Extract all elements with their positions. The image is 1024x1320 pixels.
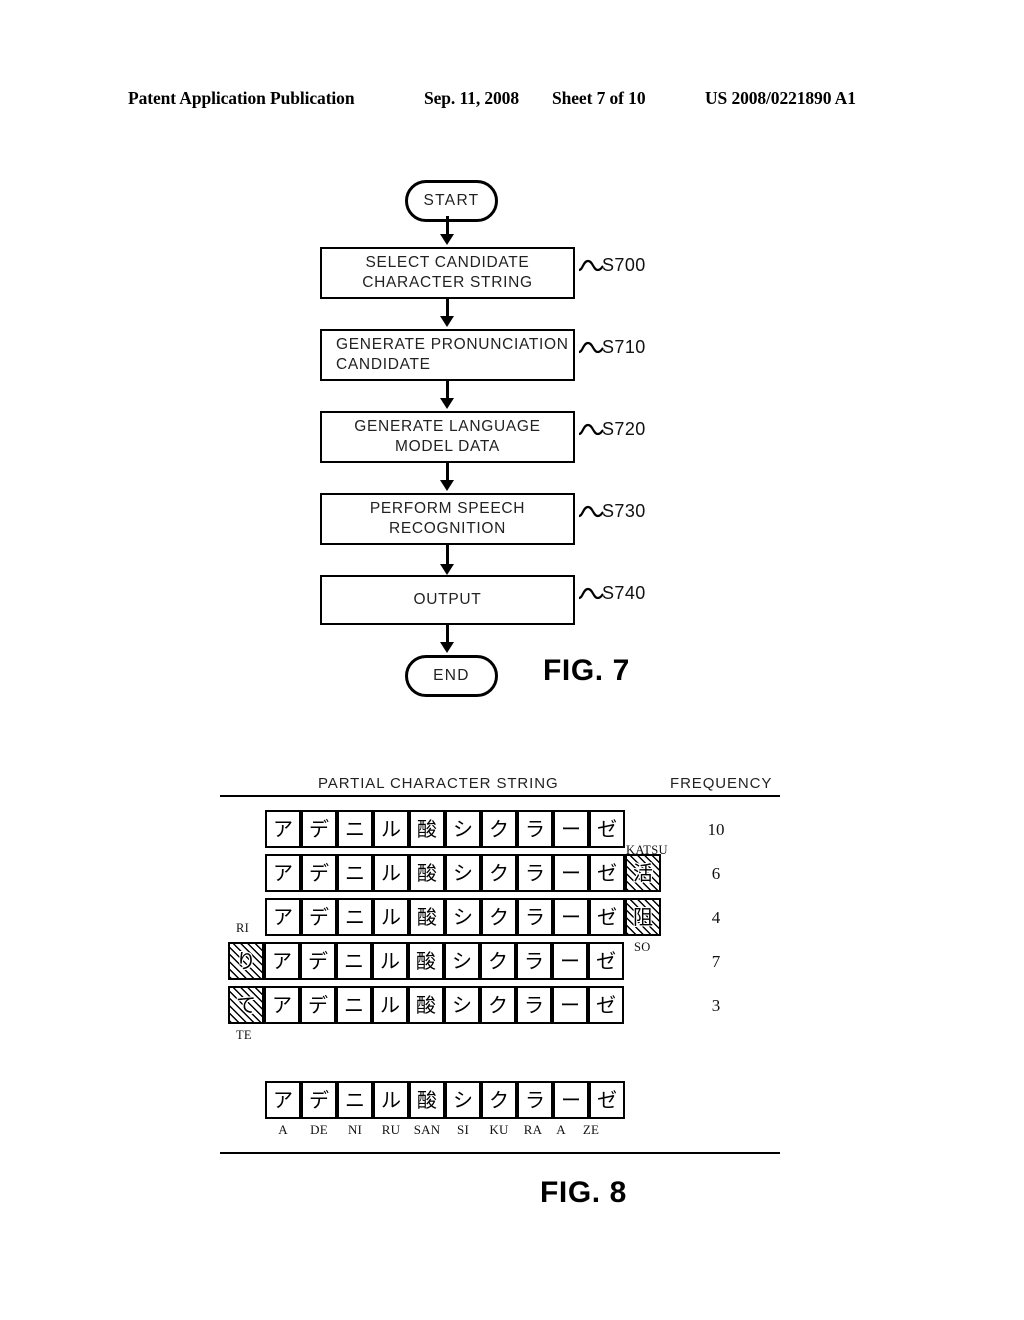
char-cell: ル [373, 810, 409, 848]
romaji-label: ZE [582, 1122, 600, 1137]
char-cell: シ [445, 854, 481, 892]
char-cell: デ [301, 1081, 337, 1119]
romaji-label: KU [489, 1122, 509, 1137]
char-cell: 酸 [409, 810, 445, 848]
char-cell: ニ [337, 898, 373, 936]
romaji-label: DE [310, 1122, 328, 1137]
char-cell: ラ [516, 942, 552, 980]
char-cell: ク [481, 854, 517, 892]
char-cell: デ [301, 898, 337, 936]
char-cell: ニ [336, 942, 372, 980]
romaji-label: SAN [413, 1122, 441, 1137]
romaji-label: NI [347, 1122, 363, 1137]
frequency-value: 7 [711, 952, 721, 971]
char-cell: ゼ [589, 898, 625, 936]
char-cell: ゼ [588, 986, 624, 1024]
char-cell: ク [480, 986, 516, 1024]
char-cell: 酸 [409, 854, 445, 892]
romaji-label: RU [381, 1122, 401, 1137]
char-cell: ク [480, 942, 516, 980]
char-cell-highlighted: 阻 [625, 898, 661, 936]
row-annotation-ri: RI [236, 921, 250, 935]
frequency-value: 10 [707, 820, 725, 839]
char-cell: ア [265, 810, 301, 848]
frequency-value: 6 [711, 864, 721, 883]
char-cell: ニ [336, 986, 372, 1024]
char-cell: ア [264, 942, 300, 980]
char-cell: ー [553, 1081, 589, 1119]
char-cell: ク [481, 810, 517, 848]
char-cell: ル [372, 942, 408, 980]
char-cell: ラ [517, 1081, 553, 1119]
char-cell: ニ [337, 1081, 373, 1119]
char-cell: ー [553, 898, 589, 936]
char-cell: シ [445, 810, 481, 848]
char-cell: ル [372, 986, 408, 1024]
char-cell: ラ [517, 810, 553, 848]
char-cell: ラ [517, 898, 553, 936]
char-cell: デ [301, 810, 337, 848]
char-cell: ル [373, 854, 409, 892]
row-annotation-so: SO [634, 940, 651, 954]
char-cell: ラ [516, 986, 552, 1024]
table-header-frequency: FREQUENCY [670, 775, 773, 792]
char-cell: ー [552, 986, 588, 1024]
frequency-value: 4 [711, 908, 721, 927]
char-cell: シ [445, 1081, 481, 1119]
char-cell: ゼ [588, 942, 624, 980]
char-cell: ゼ [589, 1081, 625, 1119]
char-cell: ア [265, 1081, 301, 1119]
char-cell: ク [481, 1081, 517, 1119]
char-cell: ア [265, 898, 301, 936]
table-header-partial-character-string: PARTIAL CHARACTER STRING [318, 775, 559, 792]
figure-8-table: PARTIAL CHARACTER STRING FREQUENCY ア デ ニ… [0, 0, 1024, 1320]
char-cell: デ [300, 942, 336, 980]
char-cell-highlighted-text: 阻 [633, 905, 653, 929]
char-cell-highlighted-text: り [236, 949, 256, 973]
char-cell: デ [301, 854, 337, 892]
char-cell: ゼ [589, 810, 625, 848]
char-cell: ー [552, 942, 588, 980]
char-cell-highlighted: て [228, 986, 264, 1024]
char-cell: ゼ [589, 854, 625, 892]
char-cell: 酸 [409, 898, 445, 936]
char-cell-highlighted: り [228, 942, 264, 980]
romaji-label: SI [457, 1122, 469, 1137]
char-cell-highlighted: 活 [625, 854, 661, 892]
char-cell: ニ [337, 810, 373, 848]
char-cell-highlighted-text: て [236, 993, 256, 1017]
char-cell: シ [445, 898, 481, 936]
char-cell: ー [553, 810, 589, 848]
char-cell: 酸 [408, 942, 444, 980]
char-cell: ー [553, 854, 589, 892]
char-cell-highlighted-text: 活 [633, 861, 653, 885]
frequency-value: 3 [711, 996, 721, 1015]
table-bottom-rule [220, 1152, 780, 1154]
char-cell: ア [264, 986, 300, 1024]
char-cell: シ [444, 986, 480, 1024]
char-cell: ラ [517, 854, 553, 892]
char-cell: デ [300, 986, 336, 1024]
char-cell: シ [444, 942, 480, 980]
table-header-rule [220, 795, 780, 797]
row-annotation-te: TE [236, 1028, 252, 1042]
char-cell: 酸 [408, 986, 444, 1024]
char-cell: ル [373, 898, 409, 936]
char-cell: ク [481, 898, 517, 936]
char-cell: ニ [337, 854, 373, 892]
char-cell: ル [373, 1081, 409, 1119]
romaji-label: A [278, 1122, 288, 1137]
char-cell: ア [265, 854, 301, 892]
figure-8-caption: FIG. 8 [540, 1176, 627, 1209]
char-cell: 酸 [409, 1081, 445, 1119]
